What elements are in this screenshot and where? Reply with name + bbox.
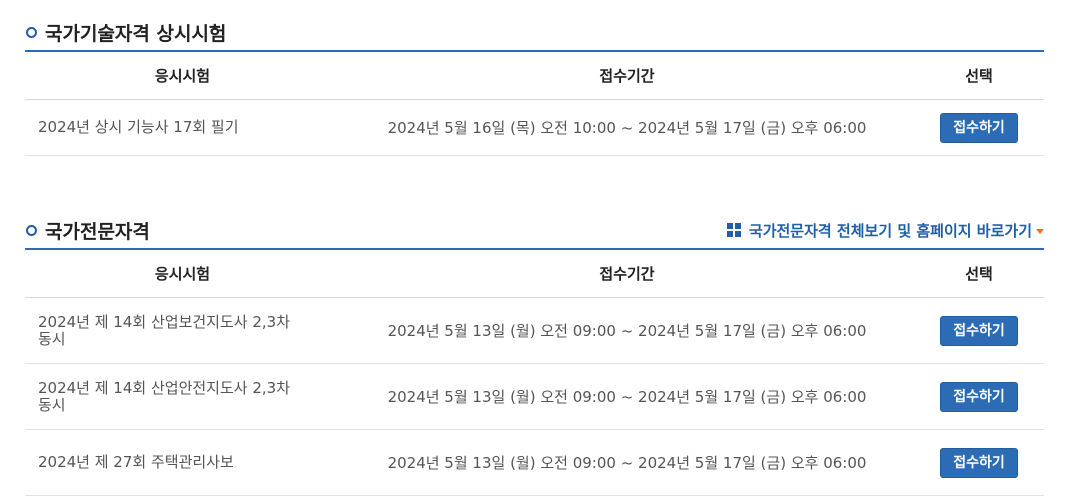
section-title-text: 국가기술자격 상시시험 bbox=[45, 22, 227, 45]
exam-name-line2: 동시 bbox=[38, 395, 66, 414]
table-row: 2024년 제 27회 주택관리사보 2024년 5월 13일 (월) 오전 0… bbox=[25, 429, 1044, 496]
circle-bullet-icon bbox=[26, 224, 37, 236]
apply-button[interactable]: 접수하기 bbox=[940, 315, 1018, 346]
exam-name-line2: 동시 bbox=[38, 329, 66, 348]
section-header: 국가기술자격 상시시험 bbox=[25, 14, 1044, 50]
circle-bullet-icon bbox=[26, 26, 37, 38]
table-row: 2024년 상시 기능사 17회 필기 2024년 5월 16일 (목) 오전 … bbox=[25, 99, 1044, 156]
header-exam: 응시시험 bbox=[25, 51, 340, 100]
section-national-technical-qualification: 국가기술자격 상시시험 응시시험 접수기간 선택 2024년 상시 기능사 17… bbox=[25, 14, 1044, 156]
apply-button[interactable]: 접수하기 bbox=[940, 381, 1018, 412]
application-period: 2024년 5월 13일 (월) 오전 09:00 ~ 2024년 5월 17일… bbox=[340, 429, 914, 496]
exam-name-line1: 2024년 제 14회 산업안전지도사 2,3차 bbox=[38, 378, 290, 397]
exam-name-line1: 2024년 제 14회 산업보건지도사 2,3차 bbox=[38, 312, 290, 331]
select-cell: 접수하기 bbox=[914, 297, 1044, 364]
exam-name: 2024년 제 14회 산업안전지도사 2,3차 동시 bbox=[25, 363, 340, 430]
header-period: 접수기간 bbox=[340, 249, 914, 298]
exam-name: 2024년 제 27회 주택관리사보 bbox=[25, 429, 340, 496]
header-exam: 응시시험 bbox=[25, 249, 340, 298]
more-link-text: 국가전문자격 전체보기 및 홈페이지 바로가기 bbox=[748, 221, 1032, 240]
select-cell: 접수하기 bbox=[914, 99, 1044, 156]
header-select: 선택 bbox=[914, 249, 1044, 298]
exam-name: 2024년 상시 기능사 17회 필기 bbox=[25, 99, 340, 156]
apply-button[interactable]: 접수하기 bbox=[940, 447, 1018, 478]
caret-down-icon bbox=[1036, 229, 1044, 234]
application-period: 2024년 5월 13일 (월) 오전 09:00 ~ 2024년 5월 17일… bbox=[340, 297, 914, 364]
table-row: 2024년 제 14회 산업보건지도사 2,3차 동시 2024년 5월 13일… bbox=[25, 297, 1044, 364]
view-all-homepage-link[interactable]: 국가전문자격 전체보기 및 홈페이지 바로가기 bbox=[726, 218, 1044, 242]
grid-icon bbox=[726, 223, 741, 237]
table-row: 2024년 제 14회 산업안전지도사 2,3차 동시 2024년 5월 13일… bbox=[25, 363, 1044, 430]
section-header: 국가전문자격 국가전문자격 전체보기 및 홈페이지 바로가기 bbox=[25, 212, 1044, 248]
exam-name: 2024년 제 14회 산업보건지도사 2,3차 동시 bbox=[25, 297, 340, 364]
exam-table: 응시시험 접수기간 선택 2024년 제 14회 산업보건지도사 2,3차 동시… bbox=[25, 248, 1044, 496]
apply-button[interactable]: 접수하기 bbox=[940, 112, 1018, 143]
table-header-row: 응시시험 접수기간 선택 bbox=[25, 51, 1044, 100]
section-national-professional-qualification: 국가전문자격 국가전문자격 전체보기 및 홈페이지 바로가기 응시시험 접수기간 bbox=[25, 212, 1044, 496]
select-cell: 접수하기 bbox=[914, 363, 1044, 430]
exam-name-line1: 2024년 제 27회 주택관리사보 bbox=[38, 453, 234, 471]
select-cell: 접수하기 bbox=[914, 429, 1044, 496]
exam-table: 응시시험 접수기간 선택 2024년 상시 기능사 17회 필기 2024년 5… bbox=[25, 50, 1044, 156]
section-title-text: 국가전문자격 bbox=[45, 220, 150, 243]
application-period: 2024년 5월 16일 (목) 오전 10:00 ~ 2024년 5월 17일… bbox=[340, 99, 914, 156]
table-header-row: 응시시험 접수기간 선택 bbox=[25, 249, 1044, 298]
header-select: 선택 bbox=[914, 51, 1044, 100]
application-period: 2024년 5월 13일 (월) 오전 09:00 ~ 2024년 5월 17일… bbox=[340, 363, 914, 430]
section-title: 국가기술자격 상시시험 bbox=[25, 14, 1044, 50]
header-period: 접수기간 bbox=[340, 51, 914, 100]
page: 국가기술자격 상시시험 응시시험 접수기간 선택 2024년 상시 기능사 17… bbox=[0, 0, 1075, 501]
